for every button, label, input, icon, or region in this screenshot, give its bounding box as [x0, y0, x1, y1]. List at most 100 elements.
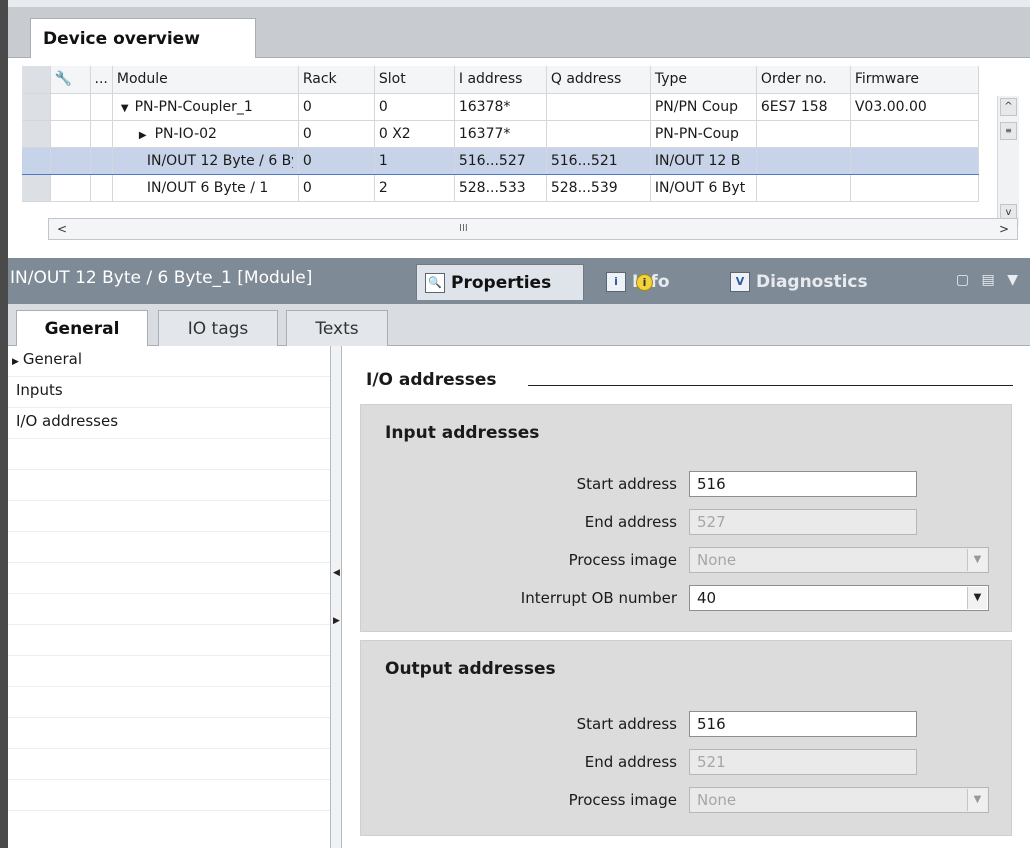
- table-cell: [50, 174, 91, 202]
- table-cell-q-address[interactable]: 528...539: [546, 174, 651, 202]
- table-cell-rack[interactable]: 0: [298, 93, 375, 121]
- table-row[interactable]: ▼ PN-PN-Coupler_1 0 0 16378* PN/PN Coup 6…: [22, 93, 979, 121]
- input-end-address-field: 527: [689, 509, 917, 535]
- nav-empty-row: [8, 656, 330, 687]
- type-text: PN/PN Coup: [654, 98, 738, 115]
- column-header-q-address[interactable]: Q address: [546, 66, 651, 94]
- table-row[interactable]: ▶ PN-IO-02 0 0 X2 16377* PN-PN-Coup: [22, 120, 979, 148]
- table-cell-module[interactable]: ▼ PN-PN-Coupler_1: [112, 93, 299, 121]
- table-cell-module[interactable]: IN/OUT 6 Byte / 1: [112, 174, 299, 202]
- table-cell-firmware[interactable]: V03.00.00: [850, 93, 979, 121]
- interrupt-ob-label: Interrupt OB number: [520, 589, 677, 607]
- nav-splitter[interactable]: ◀ ▶: [330, 346, 342, 848]
- properties-nav-tree: ▶ General Inputs I/O addresses: [8, 346, 330, 848]
- vertical-scrollbar[interactable]: ^ ≡ v: [997, 96, 1019, 226]
- horizontal-scrollbar[interactable]: < III >: [48, 218, 1018, 240]
- table-cell-rack[interactable]: 0: [298, 146, 375, 175]
- row-header[interactable]: [22, 120, 51, 148]
- column-header-order-no[interactable]: Order no.: [756, 66, 851, 94]
- input-addresses-group: Input addresses Start address 516 End ad…: [360, 404, 1012, 632]
- table-cell: [50, 120, 91, 148]
- table-cell-firmware[interactable]: [850, 120, 979, 148]
- table-cell-i-address[interactable]: 516...527: [454, 146, 547, 175]
- table-cell-q-address[interactable]: 516...521: [546, 146, 651, 175]
- table-row-selected[interactable]: IN/OUT 12 Byte / 6 Byte_1 0 1 516...527 …: [22, 146, 979, 175]
- nav-empty-row: [8, 718, 330, 749]
- chevron-down-icon: ▼: [967, 789, 987, 811]
- tab-device-overview[interactable]: Device overview: [30, 18, 256, 58]
- tab-diagnostics[interactable]: V Diagnostics: [722, 264, 902, 300]
- nav-item-io-addresses[interactable]: I/O addresses: [8, 408, 330, 439]
- table-cell-order-no[interactable]: [756, 120, 851, 148]
- table-cell-slot[interactable]: 0: [374, 93, 455, 121]
- column-header-rack[interactable]: Rack: [298, 66, 375, 94]
- table-cell-firmware[interactable]: [850, 146, 979, 175]
- table-cell-i-address[interactable]: 16378*: [454, 93, 547, 121]
- table-cell-order-no[interactable]: [756, 146, 851, 175]
- table-cell-rack[interactable]: 0: [298, 174, 375, 202]
- input-process-image-select: None ▼: [689, 547, 989, 573]
- nav-item-general[interactable]: ▶ General: [8, 346, 330, 377]
- expand-arrow-icon[interactable]: ▶: [139, 130, 147, 141]
- table-row[interactable]: IN/OUT 6 Byte / 1 0 2 528...533 528...53…: [22, 174, 979, 202]
- scroll-up-button[interactable]: ^: [1000, 98, 1017, 116]
- panel-menu-icons[interactable]: ▢ ▤ ▼: [956, 272, 1022, 288]
- subtab-general[interactable]: General: [16, 310, 148, 346]
- scroll-grip-icon[interactable]: ≡: [1000, 122, 1017, 140]
- table-header-row: 🔧 ... Module Rack Slot I address Q addre…: [22, 66, 979, 94]
- expand-arrow-icon[interactable]: ▶: [12, 357, 19, 367]
- collapse-left-icon[interactable]: ◀: [333, 568, 340, 578]
- table-cell-type[interactable]: PN/PN Coup: [650, 93, 757, 121]
- row-header[interactable]: [22, 146, 51, 175]
- table-cell-type[interactable]: IN/OUT 12 B: [650, 146, 757, 175]
- inspector-header: IN/OUT 12 Byte / 6 Byte_1 [Module] 🔍 Pro…: [8, 258, 1030, 304]
- table-cell-module[interactable]: ▶ PN-IO-02: [112, 120, 299, 148]
- device-overview-tabbar: Device overview: [8, 8, 1030, 58]
- column-header-type[interactable]: Type: [650, 66, 757, 94]
- chevron-down-icon[interactable]: ▼: [967, 587, 987, 609]
- table-cell-slot[interactable]: 1: [374, 146, 455, 175]
- tab-info[interactable]: i Info: [598, 264, 708, 300]
- column-header-firmware[interactable]: Firmware: [850, 66, 979, 94]
- table-cell-order-no[interactable]: [756, 174, 851, 202]
- table-cell-q-address[interactable]: [546, 93, 651, 121]
- column-header[interactable]: ...: [90, 66, 113, 94]
- table-cell-type[interactable]: PN-PN-Coup: [650, 120, 757, 148]
- row-header[interactable]: [22, 93, 51, 121]
- row-header[interactable]: [22, 174, 51, 202]
- scroll-right-button[interactable]: >: [995, 221, 1013, 237]
- input-start-address-field[interactable]: 516: [689, 471, 917, 497]
- table-cell-module[interactable]: IN/OUT 12 Byte / 6 Byte_1: [112, 146, 299, 175]
- select-value: None: [697, 791, 737, 809]
- column-header-slot[interactable]: Slot: [374, 66, 455, 94]
- scroll-left-button[interactable]: <: [53, 221, 71, 237]
- scroll-grip[interactable]: III: [459, 223, 468, 234]
- table-cell-q-address[interactable]: [546, 120, 651, 148]
- start-address-label: Start address: [576, 715, 677, 733]
- table-cell-order-no[interactable]: 6ES7 158: [756, 93, 851, 121]
- subtab-texts[interactable]: Texts: [286, 310, 388, 346]
- section-divider: [528, 385, 1013, 386]
- table-cell-slot[interactable]: 2: [374, 174, 455, 202]
- column-header-module[interactable]: Module: [112, 66, 299, 94]
- table-cell-slot[interactable]: 0 X2: [374, 120, 455, 148]
- table-cell-rack[interactable]: 0: [298, 120, 375, 148]
- tools-column-header[interactable]: 🔧: [50, 66, 91, 94]
- table-cell-type[interactable]: IN/OUT 6 Byt: [650, 174, 757, 202]
- info-badge-icon: i: [636, 274, 653, 291]
- output-start-address-field[interactable]: 516: [689, 711, 917, 737]
- table-cell-i-address[interactable]: 16377*: [454, 120, 547, 148]
- interrupt-ob-select[interactable]: 40 ▼: [689, 585, 989, 611]
- expand-right-icon[interactable]: ▶: [333, 616, 340, 626]
- column-header-i-address[interactable]: I address: [454, 66, 547, 94]
- collapse-arrow-icon[interactable]: ▼: [121, 103, 129, 114]
- chevron-down-icon: ▼: [967, 549, 987, 571]
- tab-properties[interactable]: 🔍 Properties: [416, 264, 584, 300]
- table-cell-i-address[interactable]: 528...533: [454, 174, 547, 202]
- section-title: I/O addresses: [366, 370, 497, 390]
- nav-item-inputs[interactable]: Inputs: [8, 377, 330, 408]
- table-cell-firmware[interactable]: [850, 174, 979, 202]
- select-value: None: [697, 551, 737, 569]
- output-end-address-field: 521: [689, 749, 917, 775]
- subtab-io-tags[interactable]: IO tags: [158, 310, 278, 346]
